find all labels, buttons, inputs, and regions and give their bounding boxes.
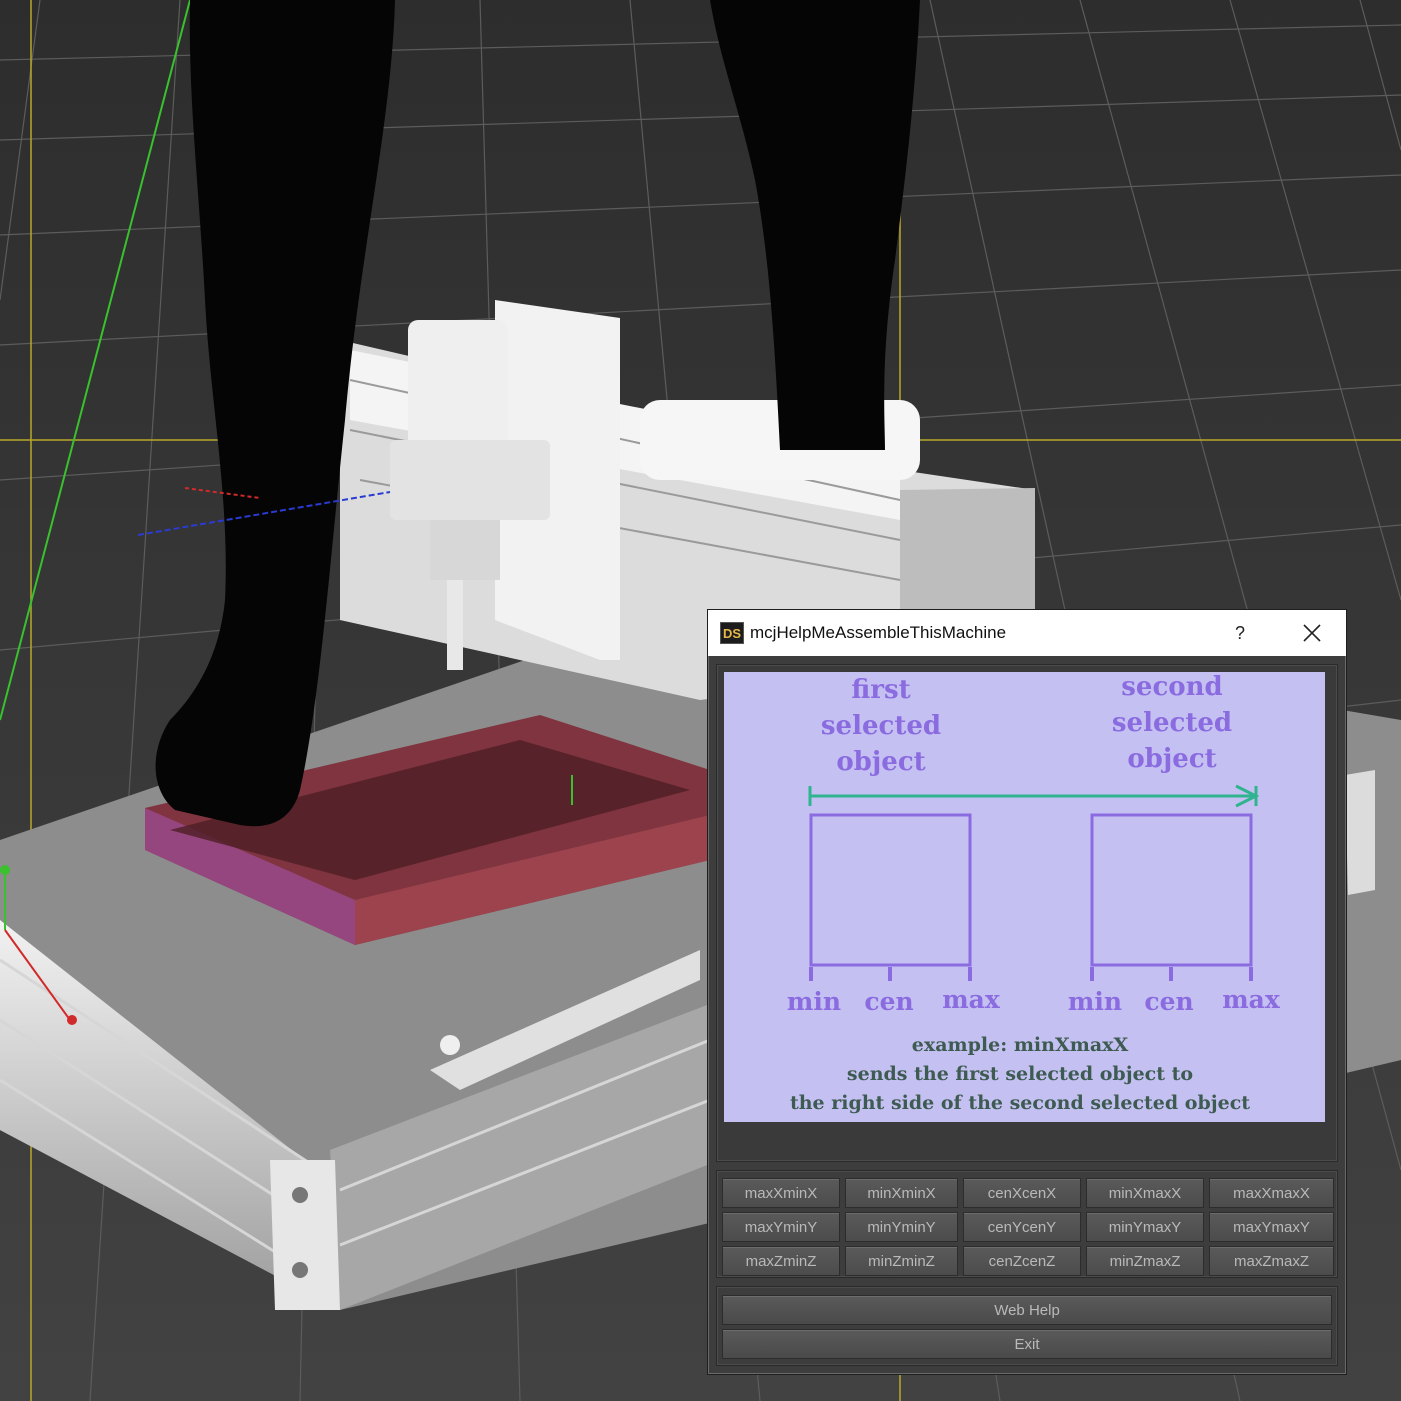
example-line-2: sends the first selected object to <box>846 1063 1194 1085</box>
cenYcenY-button[interactable]: cenYcenY <box>963 1212 1081 1242</box>
minXmaxX-button[interactable]: minXmaxX <box>1086 1178 1204 1208</box>
second-min-label: min <box>1067 987 1123 1016</box>
assemble-dialog: DS mcjHelpMeAssembleThisMachine ? first … <box>707 609 1347 1375</box>
alignment-button-grid: maxXminX minXminX cenXcenX minXmaxX maxX… <box>716 1170 1338 1278</box>
z-axis-row: maxZminZ minZminZ cenZcenZ minZmaxZ maxZ… <box>722 1246 1334 1276</box>
y-axis-row: maxYminY minYminY cenYcenY minYmaxY maxY… <box>722 1212 1334 1242</box>
exit-button[interactable]: Exit <box>722 1329 1332 1359</box>
first-object-box <box>809 813 972 967</box>
help-button[interactable]: ? <box>1213 618 1267 648</box>
first-min-label: min <box>786 987 842 1016</box>
web-help-button[interactable]: Web Help <box>722 1295 1332 1325</box>
example-description: example: minXmaxX sends the first select… <box>724 1031 1316 1118</box>
close-button[interactable] <box>1278 618 1346 648</box>
minYmaxY-button[interactable]: minYmaxY <box>1086 1212 1204 1242</box>
action-buttons: Web Help Exit <box>716 1286 1338 1366</box>
alignment-diagram: first selected object second selected ob… <box>724 672 1325 1122</box>
example-line-3: the right side of the second selected ob… <box>789 1092 1251 1114</box>
first-cen-label: cen <box>864 987 914 1016</box>
minZminZ-button[interactable]: minZminZ <box>845 1246 958 1276</box>
background-object <box>1345 770 1375 895</box>
maxZmaxZ-button[interactable]: maxZmaxZ <box>1209 1246 1334 1276</box>
close-icon <box>1303 624 1321 642</box>
x-axis-row: maxXminX minXminX cenXcenX minXmaxX maxX… <box>722 1178 1334 1208</box>
maxZminZ-button[interactable]: maxZminZ <box>722 1246 840 1276</box>
second-cen-label: cen <box>1144 987 1194 1016</box>
minXminX-button[interactable]: minXminX <box>845 1178 958 1208</box>
direction-arrow <box>808 784 1260 808</box>
cenXcenX-button[interactable]: cenXcenX <box>963 1178 1081 1208</box>
minYminY-button[interactable]: minYminY <box>845 1212 958 1242</box>
maxYmaxY-button[interactable]: maxYmaxY <box>1209 1212 1334 1242</box>
first-max-label: max <box>942 985 1000 1014</box>
example-line-1: example: minXmaxX <box>911 1034 1129 1056</box>
dialog-titlebar[interactable]: DS mcjHelpMeAssembleThisMachine ? <box>708 610 1346 656</box>
maxYminY-button[interactable]: maxYminY <box>722 1212 840 1242</box>
cenZcenZ-button[interactable]: cenZcenZ <box>963 1246 1081 1276</box>
box-ticks <box>809 967 1253 981</box>
app-icon: DS <box>720 622 744 644</box>
dialog-title: mcjHelpMeAssembleThisMachine <box>750 623 1007 642</box>
diagram-panel: first selected object second selected ob… <box>716 664 1338 1162</box>
maxXmaxX-button[interactable]: maxXmaxX <box>1209 1178 1334 1208</box>
second-max-label: max <box>1222 985 1280 1014</box>
second-object-box <box>1090 813 1253 967</box>
maxXminX-button[interactable]: maxXminX <box>722 1178 840 1208</box>
minZmaxZ-button[interactable]: minZmaxZ <box>1086 1246 1204 1276</box>
